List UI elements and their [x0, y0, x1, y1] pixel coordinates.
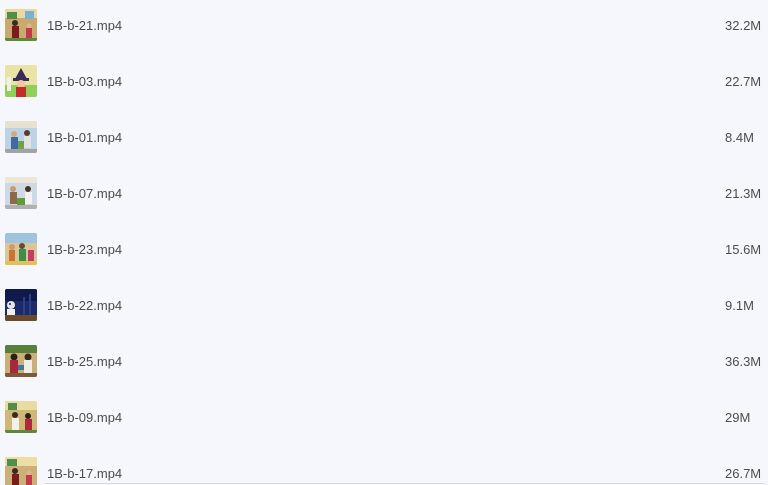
video-thumbnail-icon — [5, 177, 37, 209]
file-size: 15.6M — [725, 241, 762, 257]
file-name: 1B-b-22.mp4 — [47, 297, 123, 313]
file-name: 1B-b-25.mp4 — [47, 353, 123, 369]
file-row[interactable]: 1B-b-09.mp4 29M — [0, 389, 768, 445]
file-row[interactable]: 1B-b-23.mp4 15.6M — [0, 221, 768, 277]
file-name: 1B-b-17.mp4 — [47, 465, 123, 481]
video-thumbnail-icon — [5, 65, 37, 97]
video-thumbnail-icon — [5, 457, 37, 485]
file-size: 26.7M — [725, 465, 762, 481]
video-thumbnail-icon — [5, 233, 37, 265]
file-name: 1B-b-03.mp4 — [47, 73, 123, 89]
file-name: 1B-b-21.mp4 — [47, 17, 123, 33]
file-size: 21.3M — [725, 185, 762, 201]
file-row[interactable]: 1B-b-21.mp4 32.2M — [0, 0, 768, 53]
video-thumbnail-icon — [5, 401, 37, 433]
file-name: 1B-b-09.mp4 — [47, 409, 123, 425]
file-row[interactable]: 1B-b-17.mp4 26.7M — [0, 445, 768, 485]
file-size: 22.7M — [725, 73, 762, 89]
file-row[interactable]: 1B-b-25.mp4 36.3M — [0, 333, 768, 389]
file-name: 1B-b-23.mp4 — [47, 241, 123, 257]
video-thumbnail-icon — [5, 345, 37, 377]
video-thumbnail-icon — [5, 289, 37, 321]
file-size: 8.4M — [725, 129, 754, 145]
file-name: 1B-b-07.mp4 — [47, 185, 123, 201]
file-name: 1B-b-01.mp4 — [47, 129, 123, 145]
file-row[interactable]: 1B-b-22.mp4 9.1M — [0, 277, 768, 333]
file-size: 36.3M — [725, 353, 762, 369]
file-row[interactable]: 1B-b-07.mp4 21.3M — [0, 165, 768, 221]
file-size: 9.1M — [725, 297, 754, 313]
video-thumbnail-icon — [5, 121, 37, 153]
file-list: 1B-b-21.mp4 32.2M 1B-b-03.mp4 22.7M 1B-b… — [0, 0, 768, 485]
video-thumbnail-icon — [5, 9, 37, 41]
file-size: 32.2M — [725, 17, 762, 33]
file-row[interactable]: 1B-b-01.mp4 8.4M — [0, 109, 768, 165]
list-divider — [45, 483, 765, 484]
file-row[interactable]: 1B-b-03.mp4 22.7M — [0, 53, 768, 109]
file-size: 29M — [725, 409, 751, 425]
